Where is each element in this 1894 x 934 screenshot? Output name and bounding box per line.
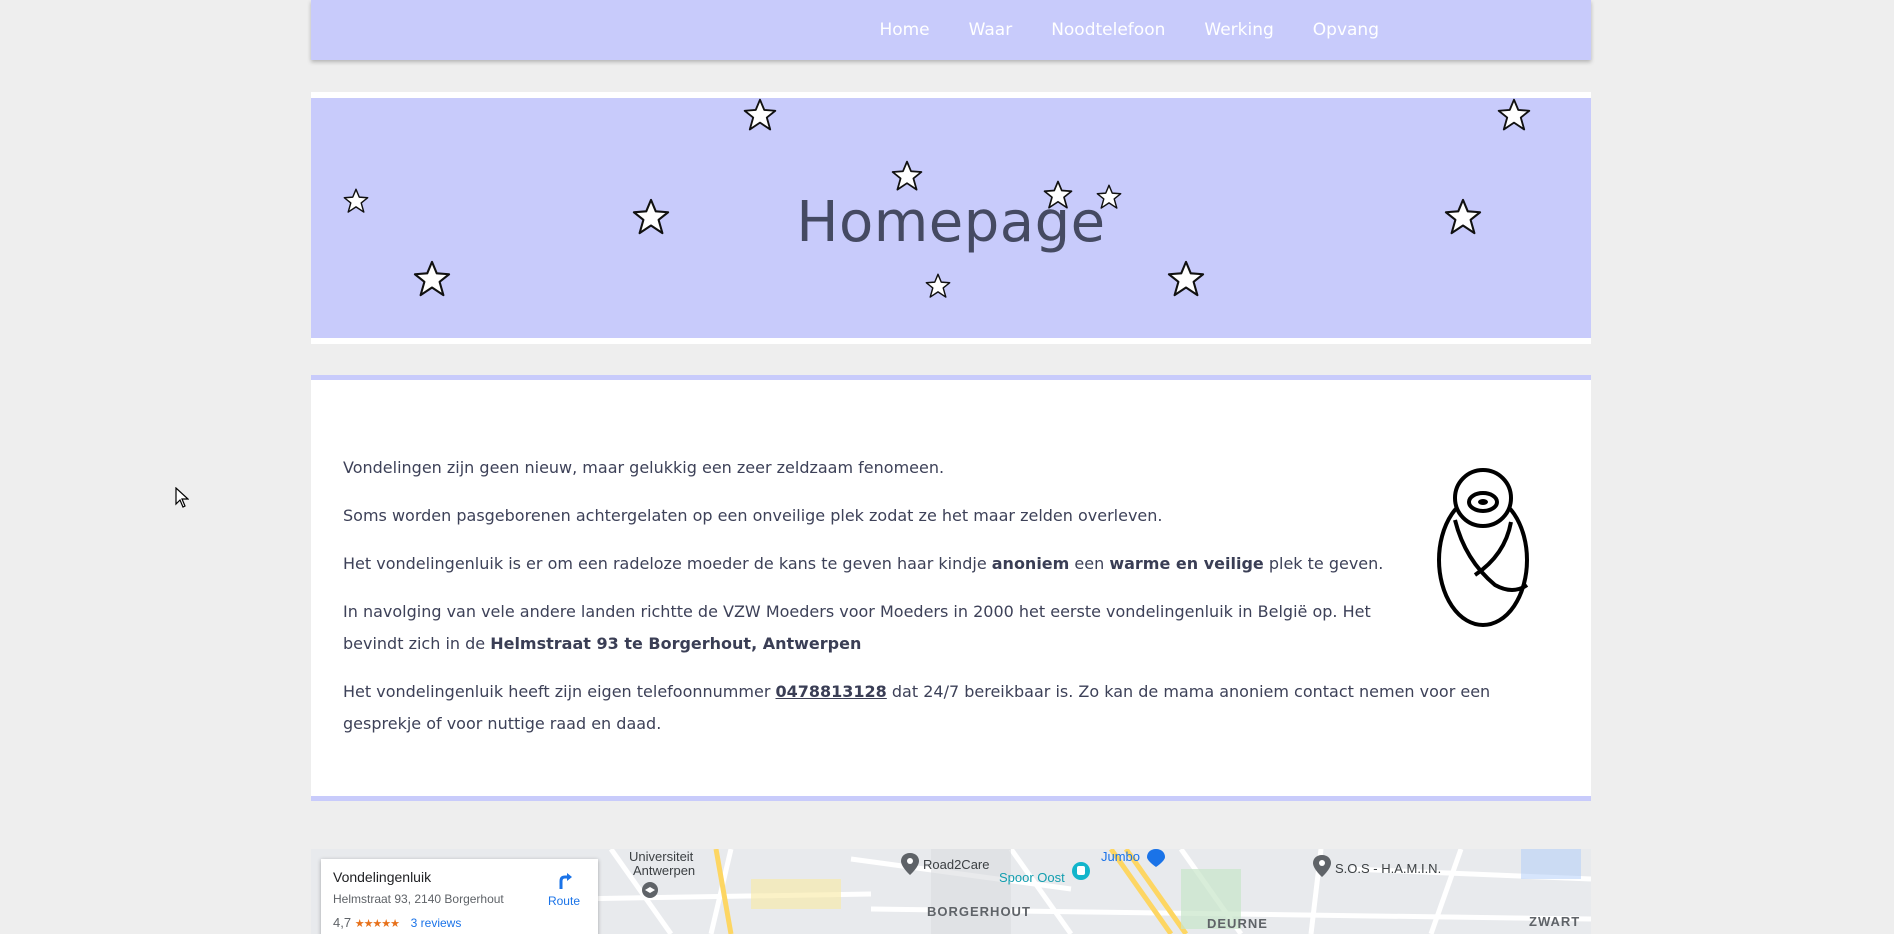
place-rating: 4,7 ★★★★★ 3 reviews: [333, 915, 461, 930]
place-address: Helmstraat 93, 2140 Borgerhout: [333, 892, 504, 906]
star-icon: [1497, 98, 1531, 131]
star-icon: [1167, 260, 1205, 297]
map-label-spoor-oost: Spoor Oost: [999, 870, 1065, 885]
route-button[interactable]: Route: [548, 869, 580, 908]
directions-icon: [559, 873, 572, 889]
top-nav-bar: Home Waar Noodtelefoon Werking Opvang: [311, 0, 1591, 60]
intro-section: Vondelingen zijn geen nieuw, maar gelukk…: [311, 375, 1591, 801]
nav-opvang[interactable]: Opvang: [1313, 20, 1379, 40]
paragraph-3: Het vondelingenluik is er om een radeloz…: [343, 548, 1404, 580]
rating-stars-icon: ★★★★★: [354, 918, 400, 930]
swaddled-baby-icon: [1437, 468, 1529, 627]
emphasis-anoniem: anoniem: [991, 554, 1070, 573]
reviews-link[interactable]: 3 reviews: [411, 916, 462, 930]
phone-link[interactable]: 0478813128: [775, 682, 886, 701]
place-card: Vondelingenluik Helmstraat 93, 2140 Borg…: [321, 859, 598, 934]
page-title: Homepage: [796, 190, 1106, 255]
map-label-borgerhout: BORGERHOUT: [927, 904, 1031, 919]
google-map[interactable]: Vondelingenluik Helmstraat 93, 2140 Borg…: [311, 849, 1591, 934]
paragraph-4: In navolging van vele andere landen rich…: [343, 596, 1404, 660]
paragraph-3-text: een: [1069, 554, 1110, 573]
map-label-sos: S.O.S - H.A.M.I.N.: [1335, 861, 1442, 876]
map-label-zwart: ZWART: [1529, 914, 1581, 929]
star-icon: [1043, 180, 1073, 209]
shop-pin-icon: [1147, 849, 1165, 871]
map-label-road2care: Road2Care: [923, 857, 990, 872]
nav-home[interactable]: Home: [879, 20, 929, 40]
intro-text: Vondelingen zijn geen nieuw, maar gelukk…: [343, 452, 1559, 756]
nav-noodtelefoon[interactable]: Noodtelefoon: [1051, 20, 1165, 40]
nav-waar[interactable]: Waar: [969, 20, 1013, 40]
star-icon: [413, 260, 451, 297]
paragraph-2: Soms worden pasgeborenen achtergelaten o…: [343, 506, 1163, 525]
hero-banner: Homepage: [311, 98, 1591, 338]
mouse-cursor-icon: [175, 487, 189, 508]
star-icon: [891, 160, 923, 191]
star-icon: [925, 273, 951, 298]
paragraph-5-text: Het vondelingenluik heeft zijn eigen tel…: [343, 682, 776, 701]
star-icon: [743, 98, 777, 131]
hero-frame: Homepage: [311, 92, 1591, 344]
star-icon: [632, 198, 670, 235]
university-pin-icon: [641, 881, 659, 903]
sos-pin-icon: [1313, 855, 1331, 881]
place-name: Vondelingenluik: [333, 869, 432, 885]
map-label-deurne: DEURNE: [1207, 916, 1268, 931]
road2care-pin-icon: [901, 853, 919, 879]
route-label: Route: [547, 894, 580, 908]
paragraph-3-text: plek te geven.: [1263, 554, 1384, 573]
address-emphasis: Helmstraat 93 te Borgerhout, Antwerpen: [490, 634, 862, 653]
station-pin-icon: [1071, 861, 1091, 885]
paragraph-1: Vondelingen zijn geen nieuw, maar gelukk…: [343, 458, 945, 477]
star-icon: [1444, 198, 1482, 235]
nav-links: Home Waar Noodtelefoon Werking Opvang: [840, 0, 1379, 60]
paragraph-5: Het vondelingenluik heeft zijn eigen tel…: [343, 676, 1559, 740]
star-icon: [343, 188, 369, 213]
nav-werking[interactable]: Werking: [1204, 20, 1273, 40]
rating-value: 4,7: [333, 915, 352, 930]
emphasis-warm-veilig: warme en veilige: [1109, 554, 1264, 573]
map-label-universiteit: Universiteit: [629, 849, 694, 864]
star-icon: [1096, 184, 1122, 209]
map-label-antwerpen: Antwerpen: [633, 863, 696, 878]
paragraph-3-text: Het vondelingenluik is er om een radeloz…: [343, 554, 992, 573]
map-label-jumbo: Jumbo: [1101, 849, 1141, 864]
